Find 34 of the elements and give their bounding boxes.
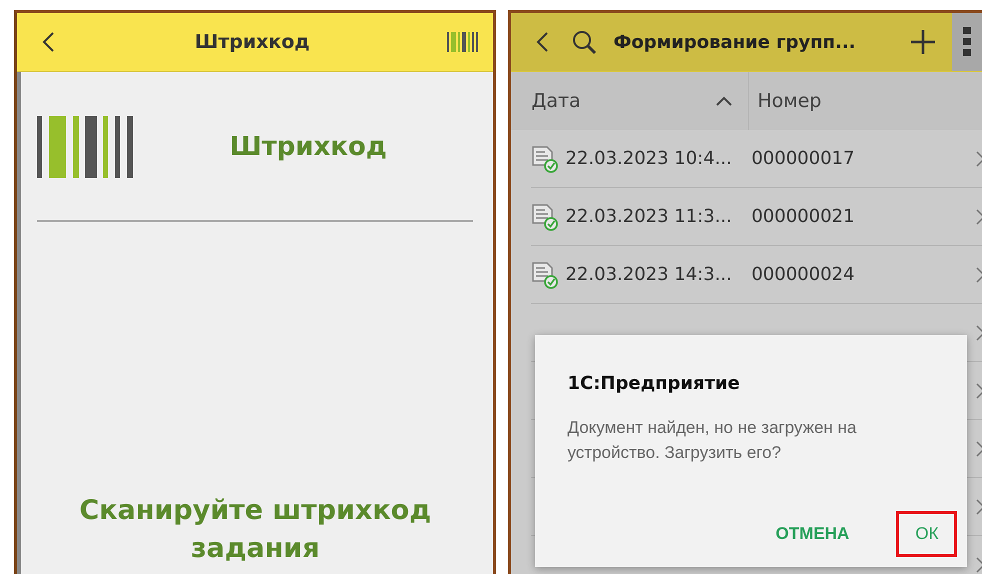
dialog-message: Документ найден, но не загружен на устройство. Загрузить его? xyxy=(567,417,858,464)
scan-prompt: Сканируйте штрихкод задания xyxy=(78,494,432,566)
menu-icon[interactable] xyxy=(963,27,971,57)
document-check-icon xyxy=(531,144,560,172)
chevron-right-icon[interactable] xyxy=(976,266,982,282)
table-cell-text: 22.03.2023 14:3... xyxy=(565,264,733,285)
column-header[interactable]: Дата xyxy=(531,90,581,112)
dialog-title: 1С:Предприятие xyxy=(567,373,741,394)
search-icon[interactable] xyxy=(571,29,598,55)
document-check-icon xyxy=(531,202,560,230)
chevron-right-icon[interactable] xyxy=(976,324,982,340)
table-cell-text: 22.03.2023 11:3... xyxy=(565,206,733,227)
plus-icon[interactable] xyxy=(910,29,936,55)
ok-button[interactable]: ОК xyxy=(896,511,958,557)
chevron-right-icon[interactable] xyxy=(976,382,982,398)
screen-title: Штрихкод xyxy=(194,31,311,53)
chevron-right-icon[interactable] xyxy=(976,440,982,456)
document-check-icon xyxy=(531,260,560,288)
table-cell: 000000024 xyxy=(751,264,855,285)
chevron-right-icon[interactable] xyxy=(976,150,982,166)
column-header[interactable]: Номер xyxy=(757,90,822,112)
menu-button[interactable] xyxy=(952,13,982,71)
barcode-heading: Штрихкод xyxy=(228,132,388,162)
chevron-right-icon[interactable] xyxy=(976,556,982,572)
cancel-button[interactable]: ОТМЕНА xyxy=(756,511,868,557)
table-cell-text: 22.03.2023 10:4... xyxy=(565,148,733,169)
chevron-right-icon[interactable] xyxy=(976,208,982,224)
barcode-icon xyxy=(37,116,133,178)
table-cell: 000000017 xyxy=(751,148,855,169)
sort-ascending-icon[interactable] xyxy=(716,96,732,106)
screen-title: Формирование групп... xyxy=(613,32,857,52)
table-cell: 000000021 xyxy=(751,206,855,227)
chevron-right-icon[interactable] xyxy=(976,498,982,514)
barcode-icon[interactable] xyxy=(447,32,480,52)
